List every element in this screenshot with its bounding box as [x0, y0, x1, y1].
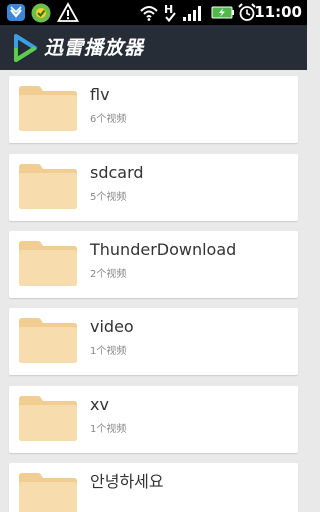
- folder-icon: [19, 164, 77, 209]
- folder-name: video: [90, 317, 134, 336]
- status-bar: H 11:00: [0, 0, 307, 25]
- folder-video-count: 1个视频: [90, 346, 127, 357]
- folder-name: xv: [90, 395, 109, 414]
- folder-video-count: 1个视频: [90, 424, 127, 435]
- folder-item[interactable]: xv 1个视频: [9, 386, 298, 453]
- folder-icon: [19, 473, 77, 512]
- folder-item[interactable]: sdcard 5个视频: [9, 154, 298, 221]
- folder-item[interactable]: video 1个视频: [9, 308, 298, 375]
- folder-icon: [19, 396, 77, 441]
- wifi-icon: [140, 6, 158, 21]
- folder-icon: [19, 318, 77, 363]
- folder-item[interactable]: ThunderDownload 2个视频: [9, 231, 298, 298]
- xunlei-logo-icon: [14, 34, 37, 62]
- app-header: 迅雷播放器: [0, 25, 307, 70]
- folder-name: ThunderDownload: [90, 240, 237, 259]
- app-badge-icon: [31, 3, 51, 23]
- folder-list[interactable]: flv 6个视频 sdcard 5个视频 ThunderDownload 2个视…: [0, 70, 307, 512]
- notification-shield-icon: [7, 4, 25, 21]
- warning-icon: [57, 2, 79, 22]
- folder-icon: [19, 241, 77, 286]
- status-time: 11:00: [254, 3, 302, 21]
- folder-name: flv: [90, 85, 110, 104]
- folder-video-count: 5个视频: [90, 192, 127, 203]
- folder-name: sdcard: [90, 163, 144, 182]
- folder-video-count: 6个视频: [90, 114, 127, 125]
- folder-name: 안녕하세요: [90, 472, 164, 491]
- battery-charging-icon: [211, 6, 234, 19]
- signal-hplus-icon: H: [164, 3, 201, 23]
- folder-item[interactable]: 안녕하세요: [9, 463, 298, 512]
- app-title: 迅雷播放器: [44, 37, 145, 59]
- folder-icon: [19, 86, 77, 131]
- folder-item[interactable]: flv 6个视频: [9, 76, 298, 143]
- network-type-label: H: [164, 3, 173, 16]
- folder-video-count: 2个视频: [90, 269, 127, 280]
